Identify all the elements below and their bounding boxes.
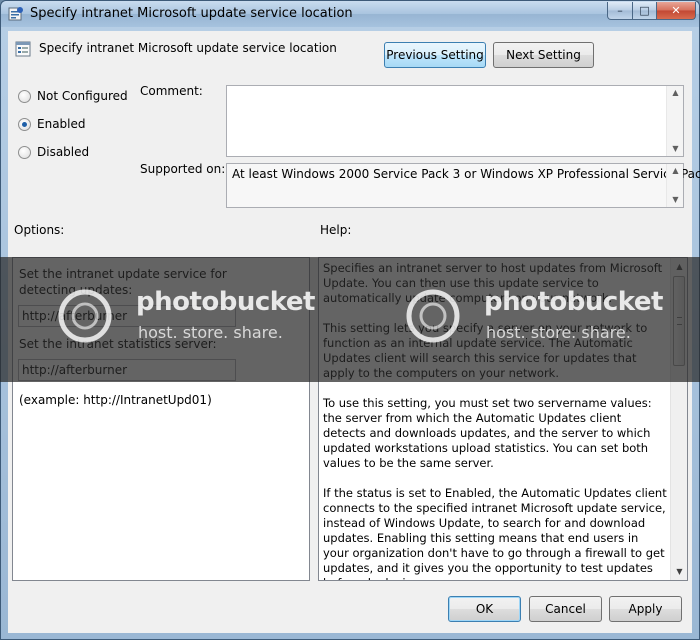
- stats-server-input[interactable]: http://afterburner: [18, 359, 236, 381]
- help-paragraph: To use this setting, you must set two se…: [323, 396, 652, 470]
- help-scrollbar[interactable]: ▲ ▼: [670, 258, 687, 580]
- next-setting-button[interactable]: Next Setting: [493, 42, 594, 68]
- detect-server-input[interactable]: http://afterburner: [18, 305, 236, 327]
- radio-circle[interactable]: [18, 89, 31, 103]
- scroll-up-arrow-icon[interactable]: ▲: [671, 258, 687, 275]
- ok-button[interactable]: OK: [448, 596, 521, 622]
- policy-dialog-window: Specify intranet Microsoft update servic…: [0, 0, 700, 640]
- radio-not-configured[interactable]: Not Configured: [18, 89, 128, 103]
- cancel-button[interactable]: Cancel: [529, 596, 602, 622]
- supported-on-field: At least Windows 2000 Service Pack 3 or …: [226, 163, 700, 208]
- window-title: Specify intranet Microsoft update servic…: [30, 6, 353, 21]
- help-text: Specifies an intranet server to host upd…: [323, 261, 667, 580]
- help-paragraph: This setting lets you specify a server o…: [323, 321, 648, 380]
- comment-label: Comment:: [140, 84, 203, 98]
- example-text: (example: http://IntranetUpd01): [19, 393, 212, 407]
- options-pane: Set the intranet update service for dete…: [12, 257, 310, 581]
- help-label: Help:: [320, 223, 352, 237]
- supported-scrollbar[interactable]: ▲ ▼: [666, 164, 683, 207]
- radio-label: Disabled: [37, 145, 90, 159]
- radio-disabled[interactable]: Disabled: [18, 145, 89, 159]
- setting-icon: [15, 41, 31, 57]
- scroll-up-arrow-icon[interactable]: ▲: [667, 86, 684, 100]
- maximize-button[interactable]: □: [632, 2, 657, 20]
- options-label: Options:: [14, 223, 65, 237]
- comment-scrollbar[interactable]: ▲ ▼: [666, 86, 683, 156]
- apply-button[interactable]: Apply: [609, 596, 682, 622]
- scrollbar-thumb[interactable]: [673, 276, 685, 366]
- scroll-up-arrow-icon[interactable]: ▲: [667, 164, 684, 178]
- close-button[interactable]: ✕: [656, 2, 696, 20]
- title-bar[interactable]: Specify intranet Microsoft update servic…: [1, 1, 699, 27]
- previous-setting-button[interactable]: Previous Setting: [384, 42, 486, 68]
- radio-label: Not Configured: [37, 89, 128, 103]
- dialog-client-area: Specify intranet Microsoft update servic…: [8, 31, 700, 633]
- radio-circle[interactable]: [18, 145, 31, 159]
- policy-icon: [8, 7, 23, 21]
- scroll-down-arrow-icon[interactable]: ▼: [667, 193, 684, 207]
- help-paragraph: Specifies an intranet server to host upd…: [323, 261, 663, 305]
- help-paragraph: If the status is set to Enabled, the Aut…: [323, 486, 667, 580]
- radio-enabled[interactable]: Enabled: [18, 117, 86, 131]
- supported-on-label: Supported on:: [140, 162, 226, 176]
- scroll-down-arrow-icon[interactable]: ▼: [667, 142, 684, 156]
- radio-label: Enabled: [37, 117, 86, 131]
- setting-title: Specify intranet Microsoft update servic…: [39, 41, 337, 55]
- radio-circle-selected[interactable]: [18, 117, 31, 131]
- stats-server-label: Set the intranet statistics server:: [19, 337, 217, 351]
- detect-server-label: Set the intranet update service for dete…: [19, 267, 227, 297]
- supported-on-value: At least Windows 2000 Service Pack 3 or …: [232, 167, 700, 181]
- comment-textarea[interactable]: ▲ ▼: [226, 85, 684, 157]
- scroll-down-arrow-icon[interactable]: ▼: [671, 563, 687, 580]
- minimize-button[interactable]: –: [607, 2, 633, 20]
- help-pane: Specifies an intranet server to host upd…: [318, 257, 688, 581]
